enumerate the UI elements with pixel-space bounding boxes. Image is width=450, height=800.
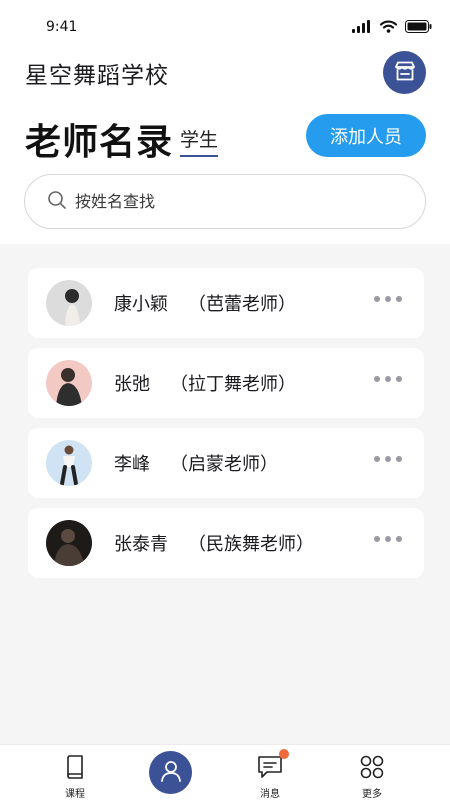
teacher-name: 康小颖 xyxy=(114,294,168,315)
nav-courses[interactable]: 课程 xyxy=(35,745,115,800)
more-options-button[interactable] xyxy=(374,456,402,462)
more-dot xyxy=(396,536,402,542)
teacher-name: 李峰 xyxy=(114,454,150,475)
nav-courses-label: 课程 xyxy=(65,789,85,800)
status-bar: 9:41 xyxy=(0,0,450,52)
more-dot xyxy=(385,376,391,382)
nav-messages-label: 消息 xyxy=(260,789,280,800)
store-icon xyxy=(394,61,416,85)
more-options-button[interactable] xyxy=(374,376,402,382)
store-button[interactable] xyxy=(383,51,426,94)
more-dot xyxy=(374,456,380,462)
teacher-row[interactable]: 康小颖 （芭蕾老师） xyxy=(28,268,424,338)
avatar xyxy=(46,440,92,486)
header-area: 9:41 星空舞蹈学校 老师名录 学生 添加人员 按姓名查找 xyxy=(0,0,450,244)
nav-more-label: 更多 xyxy=(362,789,382,800)
search-icon xyxy=(47,190,67,214)
signal-icon xyxy=(352,18,372,37)
avatar xyxy=(46,360,92,406)
book-icon xyxy=(65,745,85,783)
avatar xyxy=(46,520,92,566)
teacher-list: 康小颖 （芭蕾老师） 张弛 （拉丁舞老师） 李峰 （启蒙老师） 张泰青 （民族舞… xyxy=(28,268,424,588)
tab-students[interactable]: 学生 xyxy=(180,125,219,157)
teacher-row[interactable]: 张弛 （拉丁舞老师） xyxy=(28,348,424,418)
more-dot xyxy=(374,296,380,302)
search-box[interactable] xyxy=(24,174,426,229)
user-icon xyxy=(160,760,182,786)
school-name: 星空舞蹈学校 xyxy=(25,63,169,89)
more-dot xyxy=(385,536,391,542)
teacher-role: （拉丁舞老师） xyxy=(170,374,296,395)
nav-more[interactable]: 更多 xyxy=(332,745,412,800)
nav-messages[interactable]: 消息 xyxy=(230,745,310,800)
search-input[interactable] xyxy=(75,192,375,211)
avatar xyxy=(46,280,92,326)
status-icons xyxy=(352,18,432,37)
more-dot xyxy=(374,536,380,542)
teacher-role: （启蒙老师） xyxy=(170,454,278,475)
add-person-button[interactable]: 添加人员 xyxy=(306,114,426,157)
teacher-row[interactable]: 张泰青 （民族舞老师） xyxy=(28,508,424,578)
teacher-row[interactable]: 李峰 （启蒙老师） xyxy=(28,428,424,498)
more-dot xyxy=(396,296,402,302)
more-options-button[interactable] xyxy=(374,536,402,542)
more-dot xyxy=(396,456,402,462)
teacher-role: （芭蕾老师） xyxy=(188,294,296,315)
teacher-name: 张弛 xyxy=(114,374,150,395)
more-options-button[interactable] xyxy=(374,296,402,302)
teacher-role: （民族舞老师） xyxy=(188,534,314,555)
nav-profile[interactable] xyxy=(149,751,192,794)
page-title: 老师名录 xyxy=(25,122,174,163)
battery-icon xyxy=(405,18,432,37)
more-dot xyxy=(385,456,391,462)
grid-icon xyxy=(360,745,384,783)
wifi-icon xyxy=(379,18,398,37)
more-dot xyxy=(396,376,402,382)
more-dot xyxy=(385,296,391,302)
more-dot xyxy=(374,376,380,382)
bottom-nav: 课程 消息 更多 xyxy=(0,744,450,800)
teacher-name: 张泰青 xyxy=(114,534,168,555)
notification-badge xyxy=(279,749,289,759)
status-time: 9:41 xyxy=(46,19,78,35)
